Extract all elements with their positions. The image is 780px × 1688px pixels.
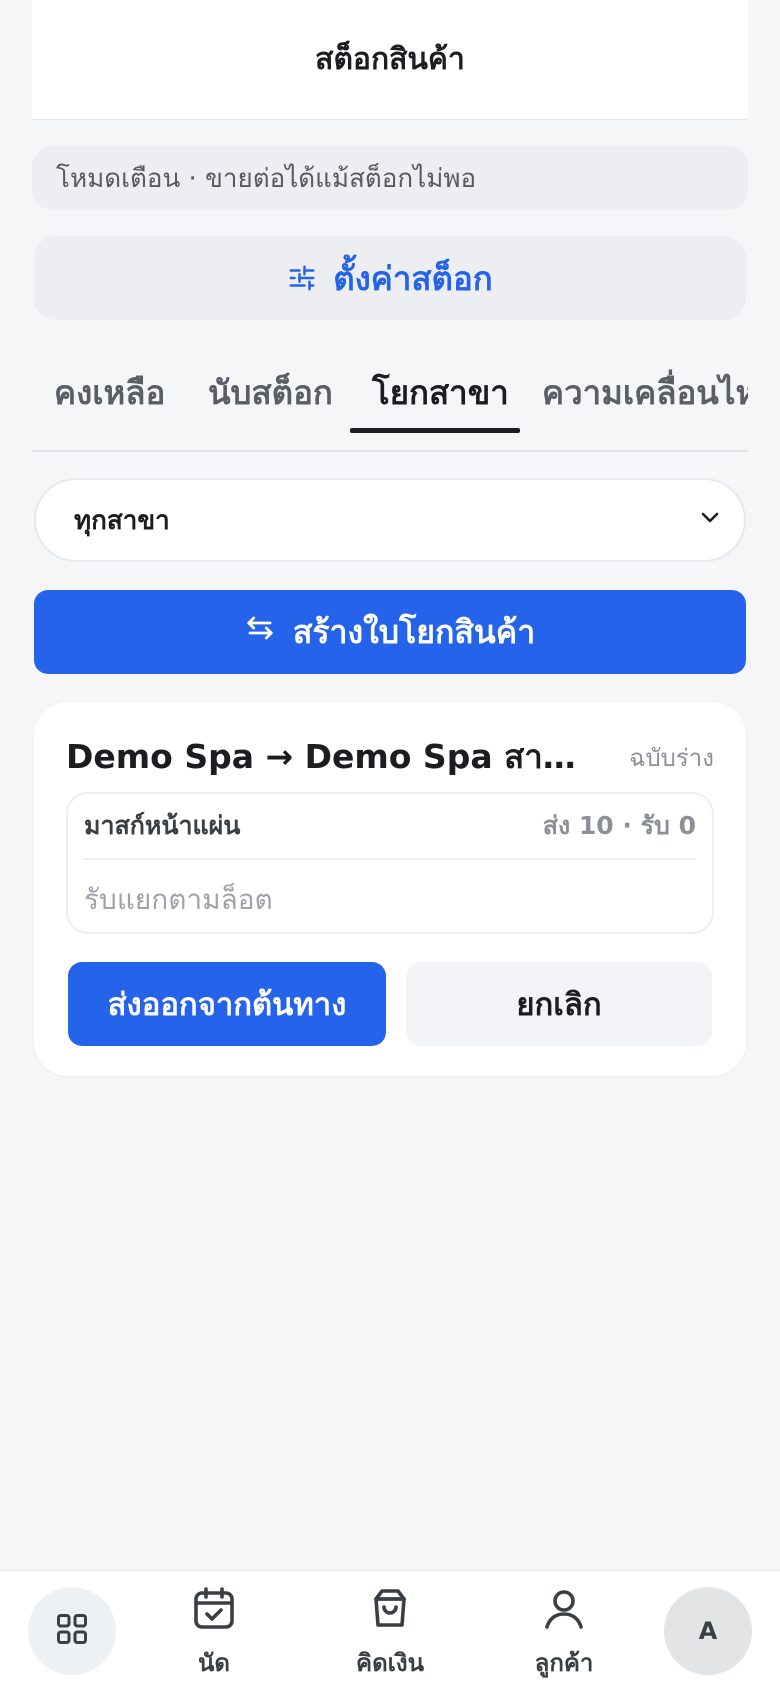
nav-home-button[interactable] bbox=[28, 1587, 116, 1675]
nav-checkout[interactable]: คิดเงิน bbox=[330, 1585, 450, 1685]
nav-appointments-label: นัด bbox=[198, 1649, 230, 1677]
chevron-down-icon bbox=[698, 505, 722, 536]
sliders-icon bbox=[287, 263, 317, 293]
item-name: มาสก์หน้าแผ่น bbox=[84, 811, 241, 840]
stock-settings-label: ตั้งค่าสต็อก bbox=[333, 258, 493, 298]
nav-customers[interactable]: ลูกค้า bbox=[504, 1585, 624, 1685]
cancel-transfer-button[interactable]: ยกเลิก bbox=[406, 962, 712, 1046]
stock-mode-text: โหมดเตือน · ขายต่อได้แม้สต็อกไม่พอ bbox=[56, 163, 477, 194]
stock-mode-banner: โหมดเตือน · ขายต่อได้แม้สต็อกไม่พอ bbox=[32, 146, 748, 210]
stock-settings-button[interactable]: ตั้งค่าสต็อก bbox=[34, 236, 746, 320]
lot-note: รับแยกตามล็อต bbox=[84, 883, 273, 916]
swap-arrows-icon bbox=[245, 613, 275, 651]
transfer-item: มาสก์หน้าแผ่น ส่ง 10 · รับ 0 รับแยกตามล็… bbox=[66, 792, 714, 934]
avatar[interactable]: A bbox=[664, 1587, 752, 1675]
status-badge: ฉบับร่าง bbox=[629, 744, 714, 772]
app-header: สต็อกสินค้า bbox=[32, 0, 748, 120]
bottom-nav: นัด คิดเงิน ลูกค้า A bbox=[0, 1570, 780, 1688]
stock-tabs: คงเหลือ นับสต็อก โยกสาขา ความเคลื่อนไหว bbox=[32, 350, 748, 452]
nav-checkout-label: คิดเงิน bbox=[356, 1649, 424, 1677]
page-title: สต็อกสินค้า bbox=[315, 42, 465, 77]
item-quantity: ส่ง 10 · รับ 0 bbox=[542, 811, 696, 840]
shopping-bag-icon bbox=[366, 1585, 414, 1637]
branch-filter-value: ทุกสาขา bbox=[74, 505, 170, 536]
tab-remaining[interactable]: คงเหลือ bbox=[54, 350, 165, 450]
calendar-check-icon bbox=[190, 1585, 238, 1637]
transfer-route: Demo Spa → Demo Spa สาขาลาดพร้าว bbox=[66, 737, 596, 776]
create-transfer-button[interactable]: สร้างใบโยกสินค้า bbox=[34, 590, 746, 674]
tab-movements[interactable]: ความเคลื่อนไหว bbox=[542, 350, 748, 450]
tab-stock-count[interactable]: นับสต็อก bbox=[208, 350, 333, 450]
branch-filter-select[interactable]: ทุกสาขา bbox=[34, 478, 746, 562]
grid-icon bbox=[54, 1611, 90, 1651]
transfer-card: Demo Spa → Demo Spa สาขาลาดพร้าว ฉบับร่า… bbox=[34, 702, 746, 1076]
transfer-item-row: มาสก์หน้าแผ่น ส่ง 10 · รับ 0 bbox=[84, 794, 696, 860]
create-transfer-label: สร้างใบโยกสินค้า bbox=[292, 612, 536, 651]
tab-branch-transfer[interactable]: โยกสาขา bbox=[372, 350, 509, 450]
nav-appointments[interactable]: นัด bbox=[154, 1585, 274, 1685]
user-icon bbox=[540, 1585, 588, 1637]
ship-from-origin-button[interactable]: ส่งออกจากต้นทาง bbox=[68, 962, 386, 1046]
nav-customers-label: ลูกค้า bbox=[534, 1649, 594, 1677]
active-tab-indicator bbox=[350, 428, 520, 433]
